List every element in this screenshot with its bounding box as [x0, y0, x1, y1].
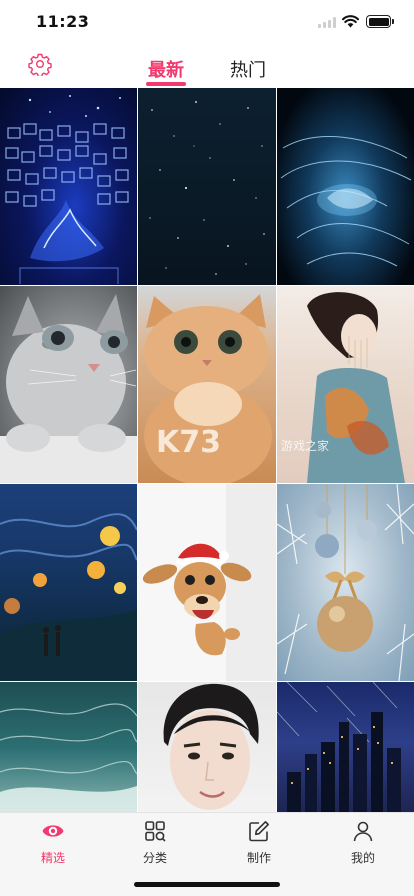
wallpaper-tile-starry-painting[interactable] [0, 484, 137, 681]
wifi-icon [342, 15, 359, 28]
tab-hot[interactable]: 热门 [230, 56, 266, 82]
signal-icon [318, 17, 336, 28]
nav-item-create[interactable]: 制作 [224, 819, 294, 866]
nav-item-profile[interactable]: 我的 [328, 819, 398, 866]
nav-label-featured: 精选 [40, 851, 65, 865]
active-tab-indicator [146, 82, 186, 86]
wallpaper-tile-city-skyline[interactable] [277, 682, 414, 812]
battery-icon [366, 15, 391, 28]
wallpaper-tile-orange-cat[interactable]: K73 [138, 286, 276, 483]
nav-label-category: 分类 [142, 851, 167, 865]
wallpaper-tile-grey-kitten[interactable] [0, 286, 137, 483]
wallpaper-tile-cartoon-reindeer[interactable] [138, 484, 276, 681]
nav-item-featured[interactable]: 精选 [18, 819, 88, 866]
wallpaper-tile-christmas-ornaments[interactable] [277, 484, 414, 681]
wallpaper-tile-neon-cubes[interactable] [0, 88, 137, 285]
status-bar: 11:23 [0, 0, 414, 46]
category-grid-icon [145, 821, 166, 842]
wallpaper-tile-particle-wave[interactable] [277, 88, 414, 285]
wallpaper-tile-starry-sky[interactable] [138, 88, 276, 285]
status-time: 11:23 [36, 12, 90, 31]
svg-text:K73: K73 [156, 425, 221, 460]
wallpaper-tile-ocean-waves[interactable] [0, 682, 137, 812]
gear-icon[interactable] [28, 52, 52, 76]
edit-icon [249, 821, 269, 842]
wallpaper-tile-man-portrait[interactable] [138, 682, 276, 812]
nav-label-profile: 我的 [350, 851, 375, 865]
nav-label-create: 制作 [246, 851, 271, 865]
svg-text:游戏之家: 游戏之家 [281, 438, 329, 453]
top-bar: 最新 热门 [0, 46, 414, 88]
tab-latest[interactable]: 最新 [148, 56, 184, 82]
wallpaper-tile-costume-woman[interactable]: 游戏之家 [277, 286, 414, 483]
eye-icon [42, 825, 64, 837]
home-indicator [134, 882, 280, 887]
wallpaper-grid: K73 游戏之家 [0, 88, 414, 812]
nav-item-category[interactable]: 分类 [120, 819, 190, 866]
user-icon [353, 821, 373, 842]
